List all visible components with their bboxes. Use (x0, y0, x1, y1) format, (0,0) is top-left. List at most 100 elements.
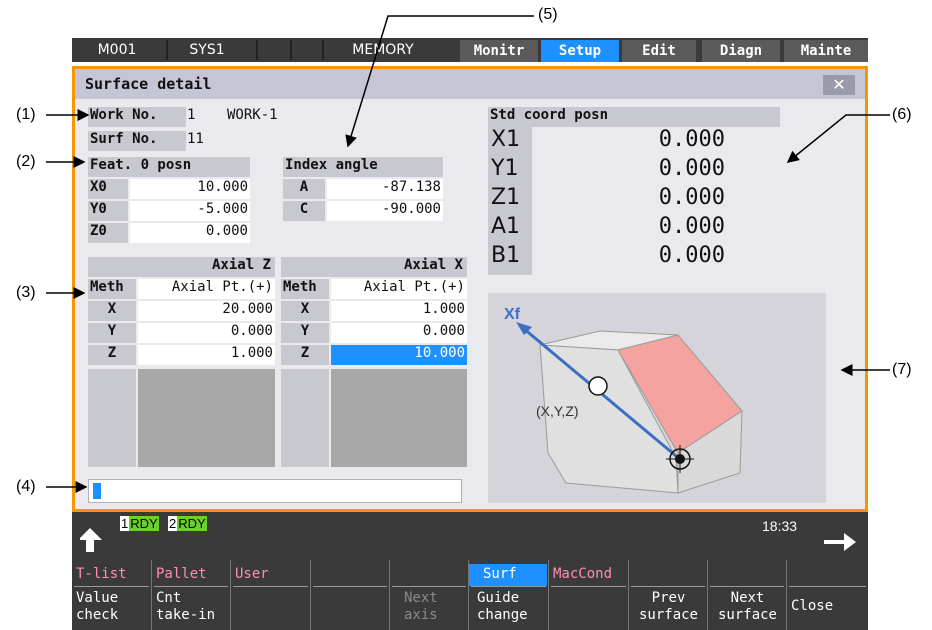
softkey-prev-surface[interactable]: Prev surface (628, 560, 707, 630)
index-axis-c: C (283, 201, 325, 221)
axial-x-axis-x: X (281, 301, 329, 321)
softkey-value-check[interactable]: T-list Value check (72, 560, 151, 630)
softkey-user[interactable]: User (230, 560, 310, 630)
clock: 18:33 (762, 518, 798, 534)
axial-z-value-x[interactable]: 20.000 (138, 301, 275, 321)
axial-x-empty-axis (281, 369, 329, 467)
tab-monitor[interactable]: Monitr (460, 40, 538, 62)
menu-up-icon[interactable] (78, 524, 112, 556)
top-status-bar: M001 SYS1 MEMORY Monitr Setup Edit Diagn… (72, 38, 868, 62)
axial-z-empty-axis (88, 369, 136, 467)
softkey-1-top: T-list (76, 566, 127, 582)
machine-name: M001 (97, 42, 137, 58)
rdy-2: 2 RDY (168, 516, 207, 531)
softkey-1-label: Value check (76, 590, 119, 623)
surface-point (588, 376, 608, 396)
softkey-7-top: MacCond (553, 566, 613, 582)
feat-axis-z0: Z0 (88, 223, 128, 243)
feature-origin-title: Feat. 0 posn (88, 157, 250, 177)
tab-edit[interactable]: Edit (622, 40, 696, 62)
data-input-field[interactable] (88, 479, 462, 503)
axial-z-method[interactable]: Axial Pt.(+) (138, 279, 275, 299)
index-value-a[interactable]: -87.138 (327, 179, 443, 199)
axial-x-value-y[interactable]: 0.000 (331, 323, 467, 343)
callout-4: (4) (16, 478, 36, 495)
softkey-cnt-take-in[interactable]: Pallet Cnt take-in (151, 560, 230, 630)
callout-1: (1) (16, 106, 36, 123)
operation-mode: MEMORY (352, 42, 414, 58)
rdy-2-text: RDY (177, 516, 207, 531)
softkey-next-surface[interactable]: Next surface (707, 560, 786, 630)
callout-3: (3) (16, 284, 36, 301)
axial-z-title: Axial Z (88, 257, 275, 277)
axial-x-meth-label: Meth (281, 279, 329, 299)
dialog-title: Surface detail (85, 75, 212, 93)
callout-7: (7) (892, 361, 912, 378)
tab-diagnosis[interactable]: Diagn (702, 40, 780, 62)
work-name-value: WORK-1 (227, 107, 278, 123)
softkey-guide-change[interactable]: Surf Guide change (468, 560, 548, 630)
std-value-y1: 0.000 (658, 156, 725, 181)
softkey-bar: 1 RDY 2 RDY 18:33 T-list Value check Pallet… (72, 512, 868, 630)
axial-x-axis-z: Z (281, 345, 329, 365)
axial-z-meth-label: Meth (88, 279, 136, 299)
point-label: (X,Y,Z) (536, 403, 579, 419)
work-no-value: 1 (187, 107, 196, 123)
feat-value-y0[interactable]: -5.000 (130, 201, 250, 221)
work-no-label: Work No. (88, 107, 186, 127)
softkey-maccond[interactable]: MacCond (548, 560, 628, 630)
axial-x-title: Axial X (281, 257, 467, 277)
tab-setup[interactable]: Setup (541, 40, 619, 62)
callout-2: (2) (16, 153, 36, 170)
feat-value-z0[interactable]: 0.000 (130, 223, 250, 243)
callout-5: (5) (538, 6, 558, 23)
axial-x-method[interactable]: Axial Pt.(+) (331, 279, 467, 299)
axial-z-axis-z: Z (88, 345, 136, 365)
std-axis-z1: Z1 (491, 185, 521, 210)
index-axis-a: A (283, 179, 325, 199)
surf-no-label: Surf No. (88, 131, 186, 151)
index-value-c[interactable]: -90.000 (327, 201, 443, 221)
feat-axis-x0: X0 (88, 179, 128, 199)
axial-x-value-x[interactable]: 1.000 (331, 301, 467, 321)
softkey-10-label: Close (791, 598, 834, 614)
axial-x-axis-y: Y (281, 323, 329, 343)
axial-x-value-z-selected[interactable]: 10.000 (331, 345, 467, 365)
feat-value-x0[interactable]: 10.000 (130, 179, 250, 199)
menu-next-icon[interactable] (822, 530, 858, 554)
std-axis-x1: X1 (491, 127, 521, 152)
surf-no-value: 11 (187, 131, 204, 147)
rdy-1-text: RDY (129, 516, 159, 531)
system-name: SYS1 (189, 42, 225, 58)
softkey-6-top: Surf (483, 566, 517, 582)
std-value-b1: 0.000 (658, 243, 725, 268)
guide-figure: Xf (X,Y,Z) (504, 306, 743, 494)
feat-axis-y0: Y0 (88, 201, 128, 221)
softkey-close[interactable]: Close (786, 560, 868, 630)
input-cursor (93, 483, 101, 499)
softkey-2-top: Pallet (156, 566, 207, 582)
guide-illustration: Xf (X,Y,Z) (488, 293, 826, 503)
index-angle-title: Index angle (283, 157, 443, 177)
close-icon[interactable]: ✕ (823, 75, 855, 95)
std-axis-b1: B1 (491, 243, 521, 268)
axial-z-value-y[interactable]: 0.000 (138, 323, 275, 343)
axial-z-axis-y: Y (88, 323, 136, 343)
softkey-next-axis[interactable]: Next axis (389, 560, 468, 630)
softkey-5-label: Next axis (404, 590, 438, 623)
std-axis-a1: A1 (491, 214, 521, 239)
softkey-3-top: User (235, 566, 269, 582)
softkey-9-label: Next surface (717, 590, 777, 623)
axial-z-axis-x: X (88, 301, 136, 321)
xf-label: Xf (504, 306, 521, 323)
std-value-x1: 0.000 (658, 127, 725, 152)
tab-maintenance[interactable]: Mainte (784, 40, 868, 62)
axial-z-value-z[interactable]: 1.000 (138, 345, 275, 365)
std-axis-y1: Y1 (491, 156, 519, 181)
softkey-8-label: Prev surface (638, 590, 698, 623)
surface-detail-dialog: Surface detail ✕ Work No. 1 WORK-1 Surf … (72, 66, 868, 512)
softkey-6-label: Guide change (477, 590, 528, 623)
axial-x-empty-value (331, 369, 467, 467)
std-coord-title: Std coord posn (488, 107, 780, 127)
softkey-blank-4[interactable] (310, 560, 389, 630)
